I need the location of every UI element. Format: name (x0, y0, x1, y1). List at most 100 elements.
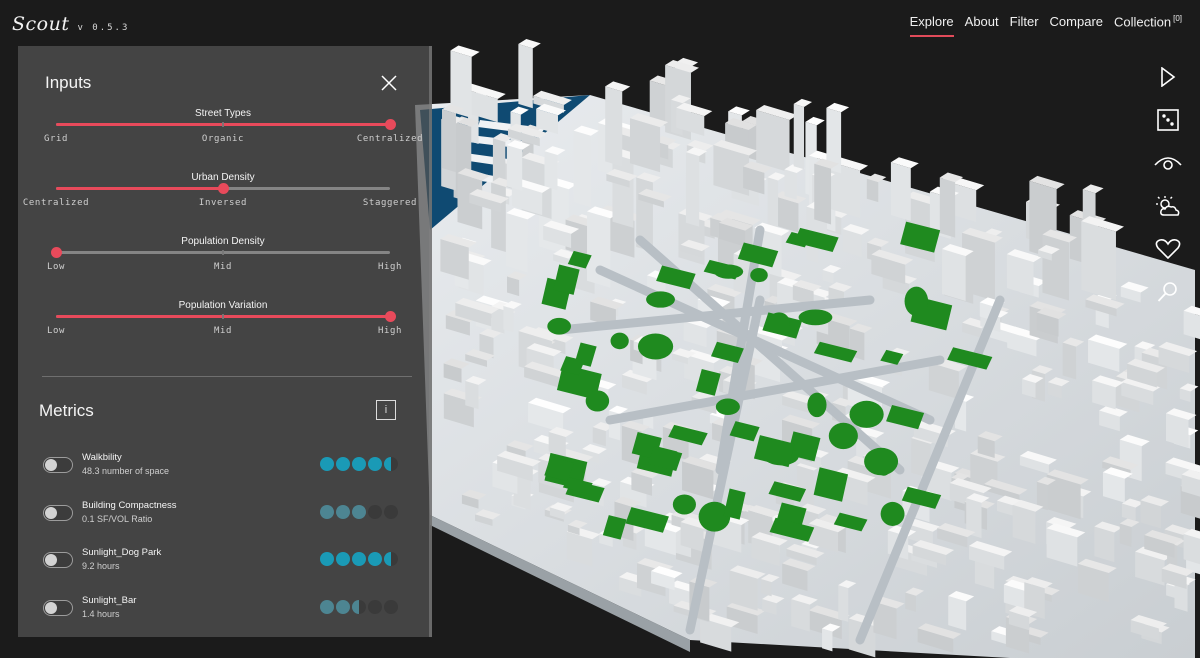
building-face (948, 596, 967, 631)
park-circle (646, 291, 675, 308)
score-dot (336, 600, 350, 614)
metric-toggle[interactable] (43, 600, 73, 616)
app-version: v 0.5.3 (77, 23, 130, 33)
park-circle (610, 332, 629, 350)
metric-toggle[interactable] (43, 505, 73, 521)
park-circle (715, 398, 740, 416)
tick-label-mid: Mid (213, 326, 233, 336)
tick-label-left: Low (46, 262, 66, 272)
metric-row-building-compactness: Building Compactness 0.1 SF/VOL Ratio (18, 497, 432, 531)
view-button[interactable] (1154, 146, 1182, 180)
building-face (506, 213, 528, 273)
score-dot (336, 505, 350, 519)
score-dot (352, 552, 366, 566)
building-face (605, 86, 623, 167)
building-face (793, 103, 805, 170)
building-face (1062, 342, 1077, 380)
score-dot (320, 457, 334, 471)
metric-value: 1.4 hours (82, 609, 120, 619)
section-divider (42, 376, 412, 377)
toggle-knob (45, 602, 57, 614)
building-face (503, 305, 514, 333)
play-button[interactable] (1154, 60, 1182, 94)
slider-track[interactable] (56, 311, 396, 322)
building-face (573, 130, 591, 208)
slider-label: Street Types (195, 108, 251, 119)
park-circle (798, 309, 833, 326)
tick-label-mid: Mid (213, 262, 233, 272)
nav-about[interactable]: About (965, 14, 999, 37)
building-face (905, 592, 916, 612)
slider-track[interactable] (51, 247, 390, 258)
metric-score-dots (320, 600, 398, 614)
favorite-button[interactable] (1154, 232, 1182, 266)
building-face (442, 109, 456, 173)
building-face (612, 153, 634, 228)
close-icon[interactable] (380, 74, 398, 92)
metric-name: Sunlight_Dog Park (82, 547, 162, 558)
play-icon (1161, 67, 1176, 87)
score-dot (336, 552, 350, 566)
tick-label-right: High (377, 326, 403, 336)
building-face (465, 380, 479, 410)
metrics-info-button[interactable]: i (376, 400, 396, 420)
building-face (942, 248, 966, 302)
tick-label-mid: Organic (201, 134, 245, 144)
nav-collection[interactable]: Collection [0] (1114, 14, 1182, 37)
park-circle (672, 494, 696, 515)
tick-label-left: Centralized (22, 198, 90, 208)
toggle-knob (45, 507, 57, 519)
building-face (491, 182, 506, 253)
slider-label: Urban Density (191, 172, 255, 183)
building-face (866, 178, 879, 203)
eye-icon (1154, 157, 1182, 170)
metric-toggle[interactable] (43, 457, 73, 473)
metric-toggle[interactable] (43, 552, 73, 568)
slider-mid-tick (222, 122, 224, 127)
slider-track[interactable] (56, 183, 390, 194)
park-circle (637, 333, 674, 360)
slider-track[interactable] (56, 119, 396, 130)
weather-icon (1156, 196, 1180, 216)
slider-thumb[interactable] (218, 183, 229, 194)
nav-explore[interactable]: Explore (909, 14, 954, 37)
tick-label-right: Centralized (356, 134, 424, 144)
random-button[interactable] (1154, 103, 1182, 137)
slider-mid-tick (222, 314, 224, 319)
inputs-title: Inputs (45, 73, 92, 92)
score-dot (352, 505, 366, 519)
dice-icon (1157, 109, 1179, 131)
heart-icon (1155, 239, 1181, 260)
search-button[interactable] (1154, 275, 1182, 309)
building-face (814, 163, 832, 225)
slider-thumb[interactable] (385, 311, 396, 322)
score-dot (368, 505, 382, 519)
collection-count-badge: [0] (1173, 14, 1182, 23)
metric-name: Building Compactness (82, 500, 177, 511)
building-face (822, 628, 833, 652)
building-face (756, 110, 790, 173)
nav-filter[interactable]: Filter (1010, 14, 1039, 37)
score-dot (320, 600, 334, 614)
metric-score-dots (320, 457, 398, 471)
toggle-knob (45, 459, 57, 471)
building-face (1012, 504, 1036, 544)
park-circle (750, 268, 768, 283)
nav-compare[interactable]: Compare (1050, 14, 1103, 37)
building-face (962, 232, 995, 301)
metric-score-dots (320, 552, 398, 566)
metric-value: 9.2 hours (82, 561, 120, 571)
building-face (544, 151, 558, 191)
building-face (1081, 221, 1116, 301)
tick-label-right: High (377, 262, 403, 272)
app-logo[interactable]: Scout v 0.5.3 (12, 13, 129, 35)
park-circle (547, 317, 571, 335)
building-face (791, 599, 810, 632)
park-circle (713, 264, 744, 279)
weather-button[interactable] (1154, 189, 1182, 223)
score-dot (320, 552, 334, 566)
slider-thumb[interactable] (51, 247, 62, 258)
slider-mid-tick (222, 250, 224, 255)
metric-row-walkability: Walkbility 48.3 number of space (18, 449, 432, 483)
slider-thumb[interactable] (385, 119, 396, 130)
